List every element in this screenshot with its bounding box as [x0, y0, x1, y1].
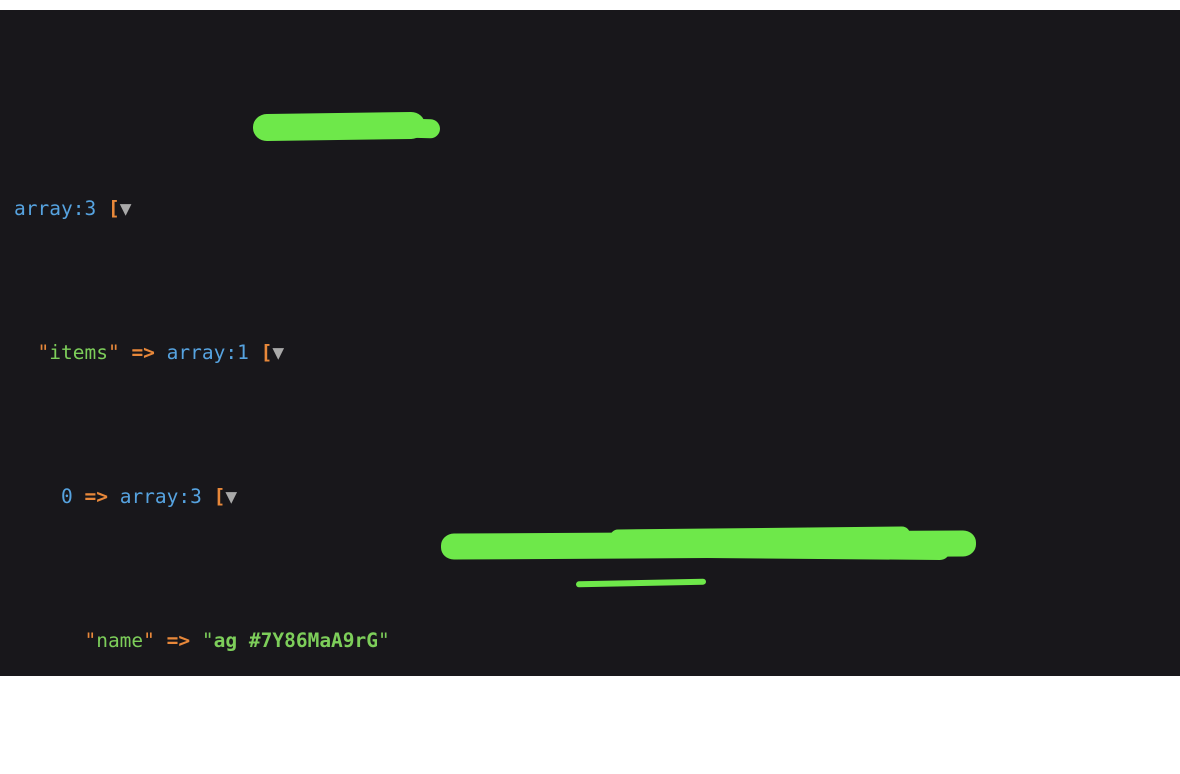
- screenshot-root: array:3 [▼ "items" => array:1 [▼ 0 => ar…: [0, 0, 1180, 774]
- key-label: items: [49, 340, 108, 364]
- type-label: array:3: [14, 196, 97, 220]
- open-bracket: [: [213, 484, 226, 508]
- key-quote-close: ": [143, 628, 155, 652]
- key-quote-open: ": [37, 340, 50, 364]
- type-label: array:1: [166, 340, 249, 364]
- open-bracket: [: [107, 196, 120, 220]
- key-quote-open: ": [84, 628, 97, 652]
- dump-line-items: "items" => array:1 [▼: [14, 339, 1180, 368]
- string-value: ag #7Y86MaA9rG: [213, 628, 379, 652]
- redaction-stroke-payment-token-tail: [609, 526, 911, 546]
- dump-line-name: "name" => "ag #7Y86MaA9rG": [14, 627, 1180, 656]
- value-quote-open: ": [201, 628, 214, 652]
- index-label: 0: [60, 484, 73, 508]
- arrow: =>: [84, 484, 108, 508]
- open-bracket: [: [260, 340, 273, 364]
- key-label: name: [96, 628, 144, 652]
- key-quote-close: ": [107, 340, 120, 364]
- toggle-expanded-icon[interactable]: ▼: [272, 339, 284, 368]
- arrow: =>: [131, 340, 155, 364]
- toggle-expanded-icon[interactable]: ▼: [120, 195, 132, 224]
- arrow: =>: [166, 628, 191, 652]
- type-label: array:3: [119, 484, 202, 508]
- value-quote-close: ": [378, 628, 390, 652]
- redaction-stroke-name-overlap: [329, 116, 441, 139]
- vardumper-panel: array:3 [▼ "items" => array:1 [▼ 0 => ar…: [0, 10, 1180, 676]
- toggle-expanded-icon[interactable]: ▼: [225, 483, 237, 512]
- dump-line-items-0: 0 => array:3 [▼: [14, 483, 1180, 512]
- dump-line-root: array:3 [▼: [14, 195, 1180, 224]
